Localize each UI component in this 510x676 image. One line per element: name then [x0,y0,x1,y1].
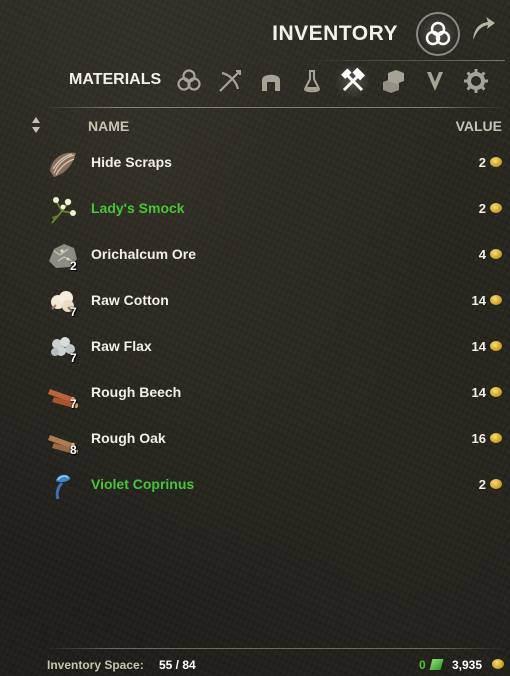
crown-gem-icon [429,659,444,670]
stack-count: 8 [70,443,77,457]
gold-coin-icon [490,479,502,489]
item-name: Rough Beech [91,384,182,400]
item-value: 4 [478,247,486,262]
column-header-value[interactable]: VALUE [456,118,502,134]
item-name: Rough Oak [91,430,166,446]
hammer-crossed-icon [340,67,365,92]
helmet-icon [261,74,280,91]
filter-tabs [170,63,498,99]
tab-miscellaneous[interactable] [457,63,494,99]
item-value: 2 [478,201,486,216]
stack-count: 7 [70,351,77,365]
item-value: 14 [471,339,486,354]
list-item[interactable]: 7 Rough Beech 14 [0,370,510,416]
gold-coin-icon [490,341,502,351]
inventory-space-label: Inventory Space: [47,658,144,672]
item-name: Orichalcum Ore [91,246,197,262]
list-item[interactable]: 7 Raw Flax 14 [0,324,510,370]
sort-arrows-icon[interactable] [30,115,42,135]
item-name: Violet Coprinus [91,476,195,492]
tab-all-items[interactable] [170,63,207,99]
back-arrow-icon[interactable] [468,14,498,44]
item-name: Hide Scraps [91,154,172,170]
column-header-name[interactable]: NAME [88,118,129,134]
item-value: 14 [471,385,486,400]
inventory-space-value: 55 / 84 [159,658,196,672]
bow-crossed-icon [218,70,241,92]
list-item[interactable]: 7 Raw Cotton 14 [0,278,510,324]
title-divider [300,60,505,61]
materials-category-icon[interactable] [416,12,460,56]
hide-scraps-icon [46,147,80,181]
item-name: Raw Cotton [91,292,169,308]
triquetra-icon [176,69,201,91]
item-value: 2 [478,155,486,170]
item-name: Raw Flax [91,338,152,354]
list-item[interactable]: 2 Orichalcum Ore 4 [0,232,510,278]
stack-count: 2 [70,259,77,273]
tabs-divider [45,107,505,108]
list-item[interactable]: 8 Rough Oak 16 [0,416,510,462]
item-name: Lady's Smock [91,200,185,216]
list-item[interactable]: Lady's Smock 2 [0,186,510,232]
stack-count: 7 [70,305,77,319]
tab-consumables[interactable] [293,63,330,99]
gold-coin-icon [492,659,504,669]
gold-coin-icon [490,433,502,443]
gold-coin-icon [490,203,502,213]
list-item[interactable]: Hide Scraps 2 [0,140,510,186]
flower-herb-icon [46,193,80,227]
item-value: 14 [471,293,486,308]
gold-coin-icon [490,157,502,167]
tab-apparel[interactable] [252,63,289,99]
gold-coin-icon [490,387,502,397]
crowns-amount: 0 [419,658,426,672]
stack-count: 7 [70,397,77,411]
blocks-icon [382,70,404,93]
footer-divider [45,648,505,649]
list-item[interactable]: Violet Coprinus 2 [0,462,510,508]
inventory-list: Hide Scraps 2 Lady's Smock 2 2 Orichalcu… [0,140,510,508]
gold-coin-icon [490,295,502,305]
tab-materials[interactable] [334,63,371,99]
potion-flask-icon [303,70,320,93]
tab-furnishings[interactable] [375,63,412,99]
gold-coin-icon [490,249,502,259]
active-filter-label: MATERIALS [69,71,162,88]
item-value: 16 [471,431,486,446]
tab-weapons[interactable] [211,63,248,99]
gear-cog-icon [463,69,488,93]
page-title: INVENTORY [272,22,398,45]
item-value: 2 [478,477,486,492]
gold-amount: 3,935 [452,658,483,672]
mushroom-icon [46,469,80,503]
tab-glyphs[interactable] [416,63,453,99]
rune-v-icon [426,72,443,91]
